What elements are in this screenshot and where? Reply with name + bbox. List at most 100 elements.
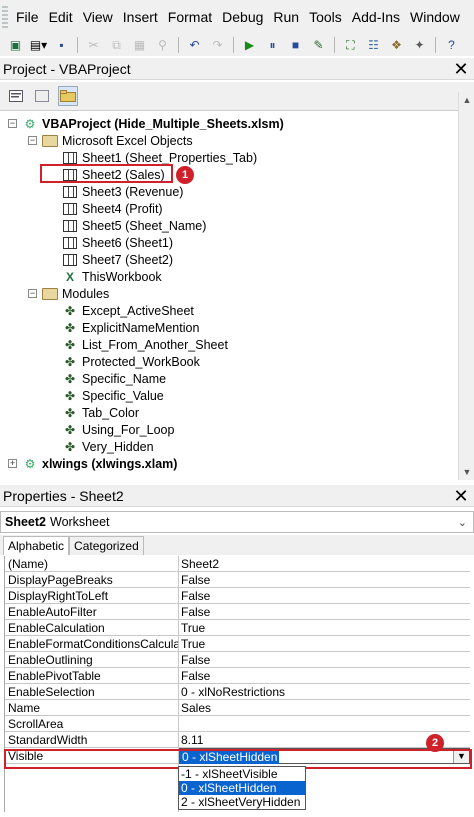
undo-icon[interactable]: ↶: [185, 36, 204, 54]
view-object-icon[interactable]: [32, 86, 52, 106]
worksheet-icon: [62, 252, 78, 267]
scroll-down-icon[interactable]: ▼: [459, 464, 474, 480]
toolbar-separator: [178, 37, 179, 53]
properties-pane-close-icon[interactable]: ✕: [451, 486, 471, 506]
project-tree-scrollbar[interactable]: ▲ ▼: [458, 92, 474, 480]
collapse-icon[interactable]: −: [8, 119, 17, 128]
tree-excel-objects-folder[interactable]: − Microsoft Excel Objects: [28, 132, 193, 149]
property-value[interactable]: Sales: [179, 700, 470, 715]
toolbox-icon[interactable]: ✦: [410, 36, 429, 54]
run-icon[interactable]: ▶: [240, 36, 259, 54]
expand-icon[interactable]: +: [8, 459, 17, 468]
property-row[interactable]: Name Sales: [5, 700, 470, 716]
property-name: DisplayPageBreaks: [5, 572, 179, 587]
chevron-down-icon[interactable]: ⌄: [458, 516, 467, 529]
cut-icon[interactable]: ✂: [84, 36, 103, 54]
copy-icon[interactable]: ⧉: [107, 36, 126, 54]
properties-icon[interactable]: ☷: [364, 36, 383, 54]
visible-option[interactable]: -1 - xlSheetVisible: [179, 767, 305, 781]
view-code-icon[interactable]: [6, 86, 26, 106]
property-value[interactable]: False: [179, 604, 470, 619]
collapse-icon[interactable]: −: [28, 136, 37, 145]
help-icon[interactable]: ?: [442, 36, 461, 54]
menu-add-ins[interactable]: Add-Ins: [347, 9, 405, 25]
property-row[interactable]: (Name) Sheet2: [5, 556, 470, 572]
tree-xlwings-project[interactable]: + ⚙ xlwings (xlwings.xlam): [8, 455, 177, 472]
tab-alphabetic[interactable]: Alphabetic: [3, 536, 70, 555]
tree-module-label: Tab_Color: [82, 405, 139, 420]
object-selector-dropdown[interactable]: Sheet2 Worksheet ⌄: [0, 511, 474, 533]
project-pane-close-icon[interactable]: ✕: [451, 59, 471, 79]
tree-workbook-label: ThisWorkbook: [82, 269, 162, 284]
tree-module-item[interactable]: ✤ Very_Hidden: [62, 438, 154, 455]
tree-sheet-label: Sheet4 (Profit): [82, 201, 163, 216]
tree-module-item[interactable]: ✤ Tab_Color: [62, 404, 139, 421]
property-row[interactable]: DisplayPageBreaks False: [5, 572, 470, 588]
menu-debug[interactable]: Debug: [217, 9, 268, 25]
visible-option-selected[interactable]: 0 - xlSheetHidden: [179, 781, 305, 795]
tree-workbook-item[interactable]: X ThisWorkbook: [62, 268, 162, 285]
tree-sheet-item[interactable]: Sheet3 (Revenue): [62, 183, 183, 200]
toggle-folders-icon[interactable]: [58, 86, 78, 106]
property-name: (Name): [5, 556, 179, 571]
insert-userform-icon[interactable]: ▤▾: [29, 36, 48, 54]
menu-edit[interactable]: Edit: [44, 9, 78, 25]
menu-file[interactable]: File: [11, 9, 44, 25]
property-value[interactable]: Sheet2: [179, 556, 470, 571]
property-value[interactable]: True: [179, 620, 470, 635]
tree-module-item[interactable]: ✤ ExplicitNameMention: [62, 319, 199, 336]
property-row[interactable]: EnablePivotTable False: [5, 668, 470, 684]
break-icon[interactable]: ⏸: [263, 36, 282, 54]
menu-window[interactable]: Window: [405, 9, 465, 25]
property-value[interactable]: False: [179, 652, 470, 667]
property-value[interactable]: False: [179, 668, 470, 683]
find-icon[interactable]: ⚲: [153, 36, 172, 54]
tree-sheet-item[interactable]: Sheet4 (Profit): [62, 200, 163, 217]
property-row[interactable]: DisplayRightToLeft False: [5, 588, 470, 604]
tree-sheet-item[interactable]: Sheet7 (Sheet2): [62, 251, 173, 268]
tree-modules-folder[interactable]: − Modules: [28, 285, 109, 302]
property-row[interactable]: ScrollArea: [5, 716, 470, 732]
project-explorer-icon[interactable]: ⛶: [341, 36, 360, 54]
folder-icon: [42, 133, 58, 148]
reset-icon[interactable]: ■: [286, 36, 305, 54]
menu-view[interactable]: View: [78, 9, 118, 25]
property-value[interactable]: True: [179, 636, 470, 651]
property-row[interactable]: StandardWidth 8.11: [5, 732, 470, 748]
collapse-icon[interactable]: −: [28, 289, 37, 298]
property-row[interactable]: EnableSelection 0 - xlNoRestrictions: [5, 684, 470, 700]
design-mode-icon[interactable]: ✎: [309, 36, 328, 54]
property-row[interactable]: EnableFormatConditionsCalculationTrue: [5, 636, 470, 652]
visible-option[interactable]: 2 - xlSheetVeryHidden: [179, 795, 305, 809]
menu-insert[interactable]: Insert: [118, 9, 163, 25]
tree-module-item[interactable]: ✤ Using_For_Loop: [62, 421, 174, 438]
tree-module-item[interactable]: ✤ Specific_Value: [62, 387, 164, 404]
menu-grip[interactable]: [2, 6, 8, 28]
property-row[interactable]: EnableCalculation True: [5, 620, 470, 636]
module-icon: ✤: [64, 337, 76, 352]
tree-sheet-item[interactable]: Sheet5 (Sheet_Name): [62, 217, 206, 234]
tree-sheet-item[interactable]: Sheet6 (Sheet1): [62, 234, 173, 251]
paste-icon[interactable]: ▦: [130, 36, 149, 54]
object-browser-icon[interactable]: ❖: [387, 36, 406, 54]
menu-tools[interactable]: Tools: [304, 9, 347, 25]
tree-module-item[interactable]: ✤ List_From_Another_Sheet: [62, 336, 228, 353]
menu-run[interactable]: Run: [268, 9, 304, 25]
tab-categorized[interactable]: Categorized: [69, 536, 144, 555]
property-value[interactable]: False: [179, 588, 470, 603]
redo-icon[interactable]: ↷: [208, 36, 227, 54]
property-value[interactable]: [179, 716, 470, 731]
menu-format[interactable]: Format: [163, 9, 217, 25]
property-value[interactable]: 0 - xlNoRestrictions: [179, 684, 470, 699]
property-row[interactable]: EnableAutoFilter False: [5, 604, 470, 620]
save-icon[interactable]: ▪: [52, 36, 71, 54]
tree-module-item[interactable]: ✤ Specific_Name: [62, 370, 166, 387]
scroll-up-icon[interactable]: ▲: [459, 92, 474, 108]
property-row[interactable]: EnableOutlining False: [5, 652, 470, 668]
tree-vbaproject-root[interactable]: − ⚙ VBAProject (Hide_Multiple_Sheets.xls…: [8, 115, 284, 132]
object-type: Worksheet: [50, 515, 110, 529]
property-value[interactable]: False: [179, 572, 470, 587]
tree-module-item[interactable]: ✤ Except_ActiveSheet: [62, 302, 194, 319]
tree-module-item[interactable]: ✤ Protected_WorkBook: [62, 353, 200, 370]
excel-icon[interactable]: ▣: [6, 36, 25, 54]
